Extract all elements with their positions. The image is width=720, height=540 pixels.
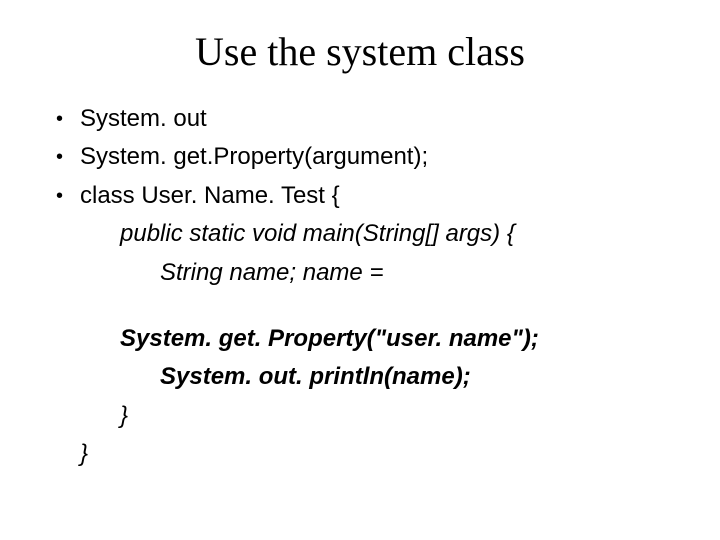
- code-close-brace: }: [56, 400, 664, 432]
- code-line: System. out. println(name);: [56, 361, 664, 393]
- bullet-text: System. get.Property(argument);: [80, 141, 664, 173]
- bullet-item: • System. out: [56, 103, 664, 135]
- bullet-dot-icon: •: [56, 141, 80, 173]
- bullet-dot-icon: •: [56, 103, 80, 135]
- slide-title: Use the system class: [0, 0, 720, 83]
- bullet-text: class User. Name. Test {: [80, 180, 664, 212]
- slide-body: • System. out • System. get.Property(arg…: [0, 83, 720, 471]
- bullet-item: • class User. Name. Test {: [56, 180, 664, 212]
- slide: Use the system class • System. out • Sys…: [0, 0, 720, 540]
- code-line: System. get. Property("user. name");: [56, 323, 664, 355]
- blank-line: [56, 295, 664, 323]
- bullet-text: System. out: [80, 103, 664, 135]
- code-line: public static void main(String[] args) {: [56, 218, 664, 250]
- bullet-dot-icon: •: [56, 180, 80, 212]
- bullet-item: • System. get.Property(argument);: [56, 141, 664, 173]
- code-line: String name; name =: [56, 257, 664, 289]
- code-close-brace: }: [56, 438, 664, 470]
